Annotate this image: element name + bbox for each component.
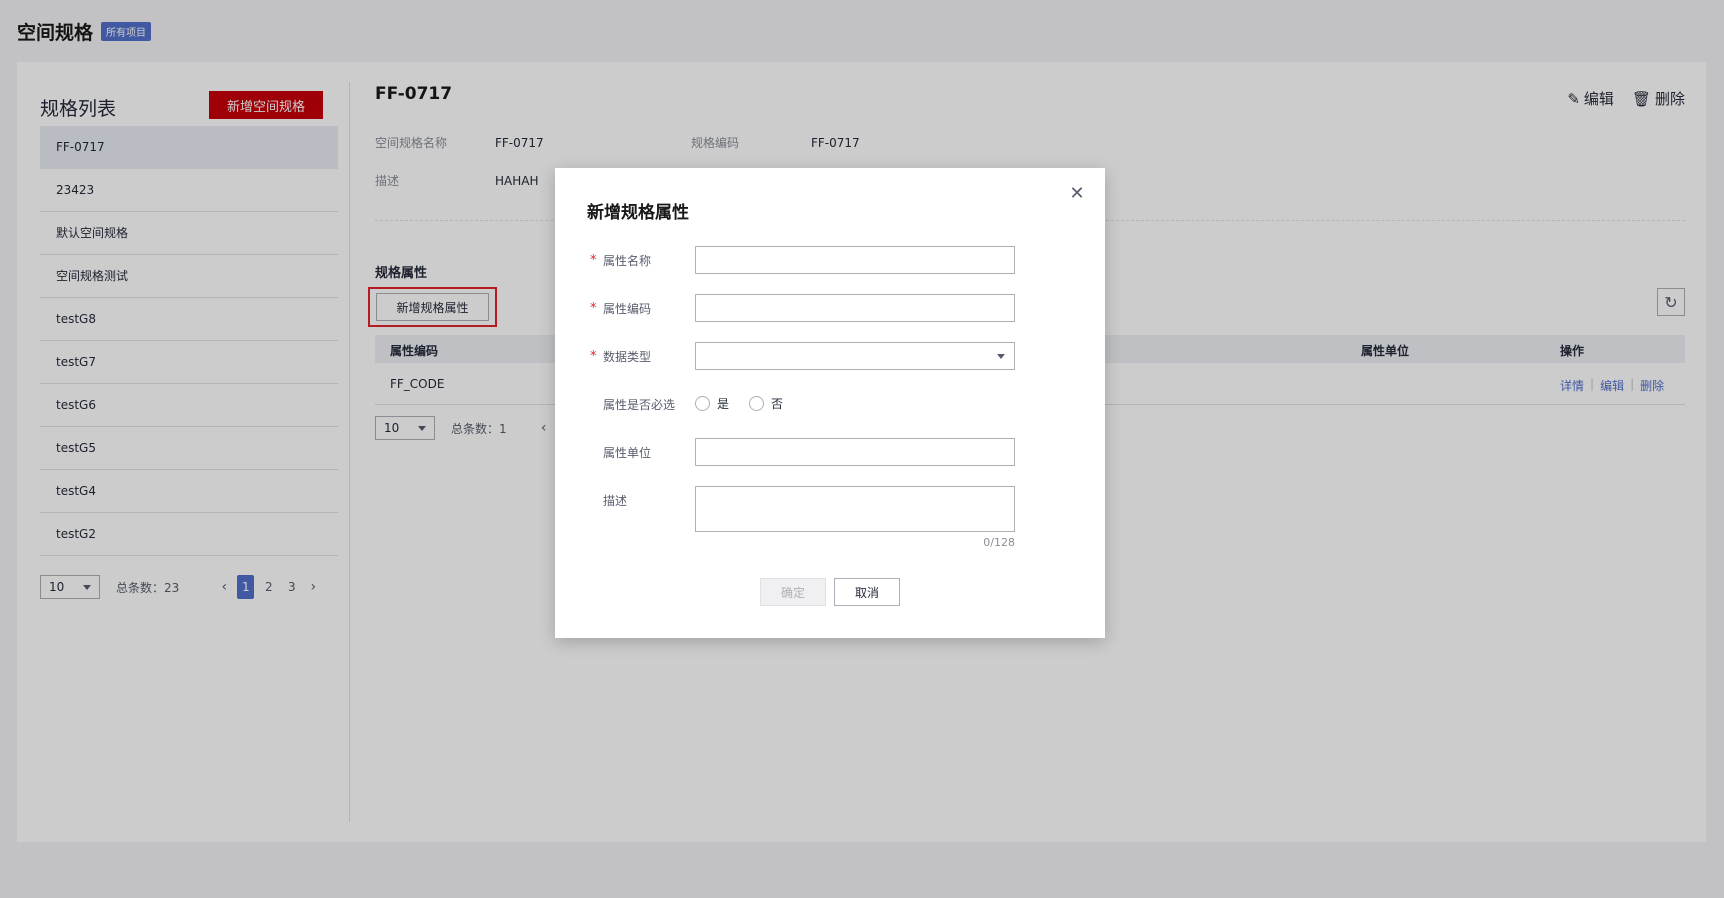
- radio-circle: [695, 396, 710, 411]
- data-type-row: * 数据类型: [587, 342, 1047, 370]
- radio-yes-label: 是: [717, 397, 730, 411]
- char-counter: 0/128: [983, 536, 1015, 549]
- desc-row: 描述 0/128: [587, 486, 1047, 556]
- radio-yes[interactable]: 是: [695, 395, 729, 412]
- dialog-footer: 确定 取消: [555, 578, 1105, 606]
- attr-name-label: * 属性名称: [590, 253, 652, 268]
- radio-no[interactable]: 否: [749, 395, 783, 412]
- required-radio-group: 是 否: [695, 395, 783, 412]
- attr-name-row: * 属性名称: [587, 246, 1047, 274]
- attr-unit-row: 属性单位: [587, 438, 1047, 466]
- radio-no-label: 否: [771, 397, 784, 411]
- cancel-button[interactable]: 取消: [834, 578, 900, 606]
- attr-code-label: * 属性编码: [590, 301, 652, 316]
- add-attribute-dialog: 新增规格属性 ✕ * 属性名称 * 属性编码 * 数据类型 属性是否必选 是 否 属性…: [555, 168, 1105, 638]
- caret-down-icon: [997, 354, 1005, 359]
- required-mark: *: [590, 349, 597, 364]
- dialog-title: 新增规格属性: [587, 203, 689, 223]
- required-mark: *: [590, 253, 597, 268]
- desc-label: 描述: [603, 494, 628, 508]
- attr-unit-label: 属性单位: [603, 446, 652, 460]
- required-label: 属性是否必选: [603, 398, 676, 412]
- attr-code-input[interactable]: [695, 294, 1015, 322]
- close-icon[interactable]: ✕: [1067, 184, 1087, 204]
- radio-circle: [749, 396, 765, 411]
- attr-name-input[interactable]: [695, 246, 1015, 274]
- attr-unit-input[interactable]: [695, 438, 1015, 466]
- desc-textarea[interactable]: [695, 486, 1015, 532]
- attr-code-row: * 属性编码: [587, 294, 1047, 322]
- data-type-select[interactable]: [695, 342, 1015, 370]
- required-mark: *: [590, 301, 597, 316]
- required-row: 属性是否必选 是 否: [587, 390, 1047, 418]
- data-type-label: * 数据类型: [590, 349, 652, 364]
- confirm-button[interactable]: 确定: [760, 578, 826, 606]
